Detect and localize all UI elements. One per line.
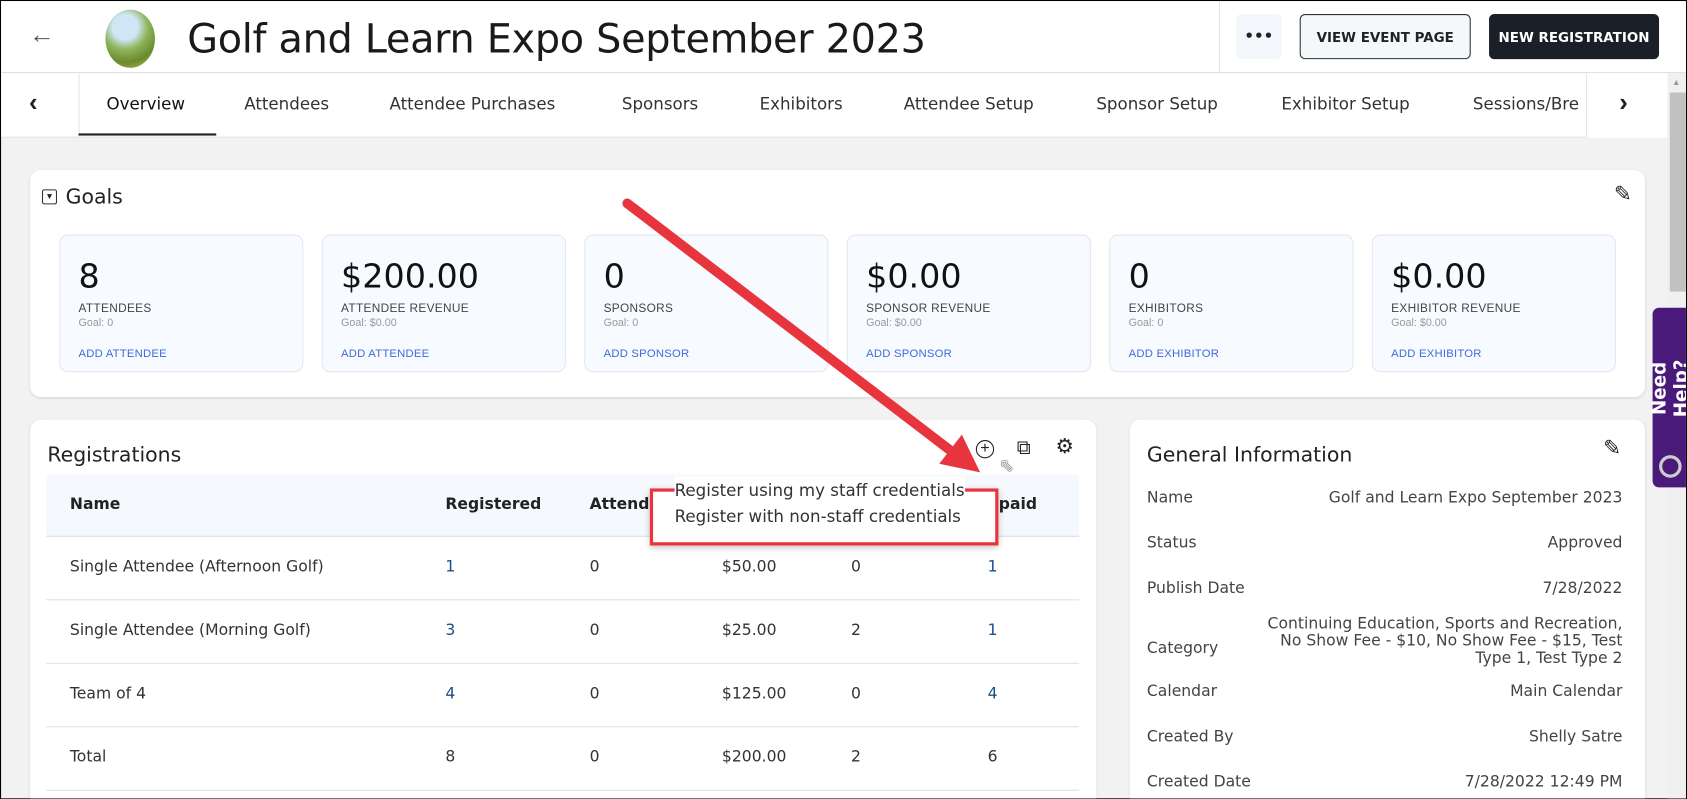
general-information-title: General Information [1146, 443, 1353, 467]
info-value: Approved [1547, 534, 1623, 552]
info-value: Golf and Learn Expo September 2023 [1328, 489, 1623, 507]
need-help-tab[interactable]: Need Help? [1649, 307, 1686, 488]
info-label: Created By [1146, 728, 1234, 746]
info-label: Name [1146, 489, 1193, 507]
need-help-label: Need Help? [1649, 359, 1687, 418]
general-information-card: General Information ✎ Name Golf and Learn… [1129, 419, 1646, 799]
info-label: Calendar [1146, 683, 1218, 701]
info-label: Created Date [1146, 773, 1251, 791]
info-value: Shelly Satre [1528, 728, 1623, 746]
info-value: 7/28/2022 [1542, 579, 1623, 598]
info-value: Continuing Education, Sports and Recreat… [1267, 615, 1623, 668]
info-value: Main Calendar [1510, 683, 1623, 701]
info-label: Publish Date [1146, 579, 1245, 598]
edit-pencil-icon[interactable]: ✎ [1603, 435, 1621, 462]
lifebuoy-icon [1659, 455, 1682, 478]
mouse-cursor-icon: ⬁ [999, 457, 1014, 476]
info-label: Status [1146, 534, 1197, 552]
info-value: 7/28/2022 12:49 PM [1464, 773, 1623, 791]
info-label: Category [1146, 640, 1219, 658]
